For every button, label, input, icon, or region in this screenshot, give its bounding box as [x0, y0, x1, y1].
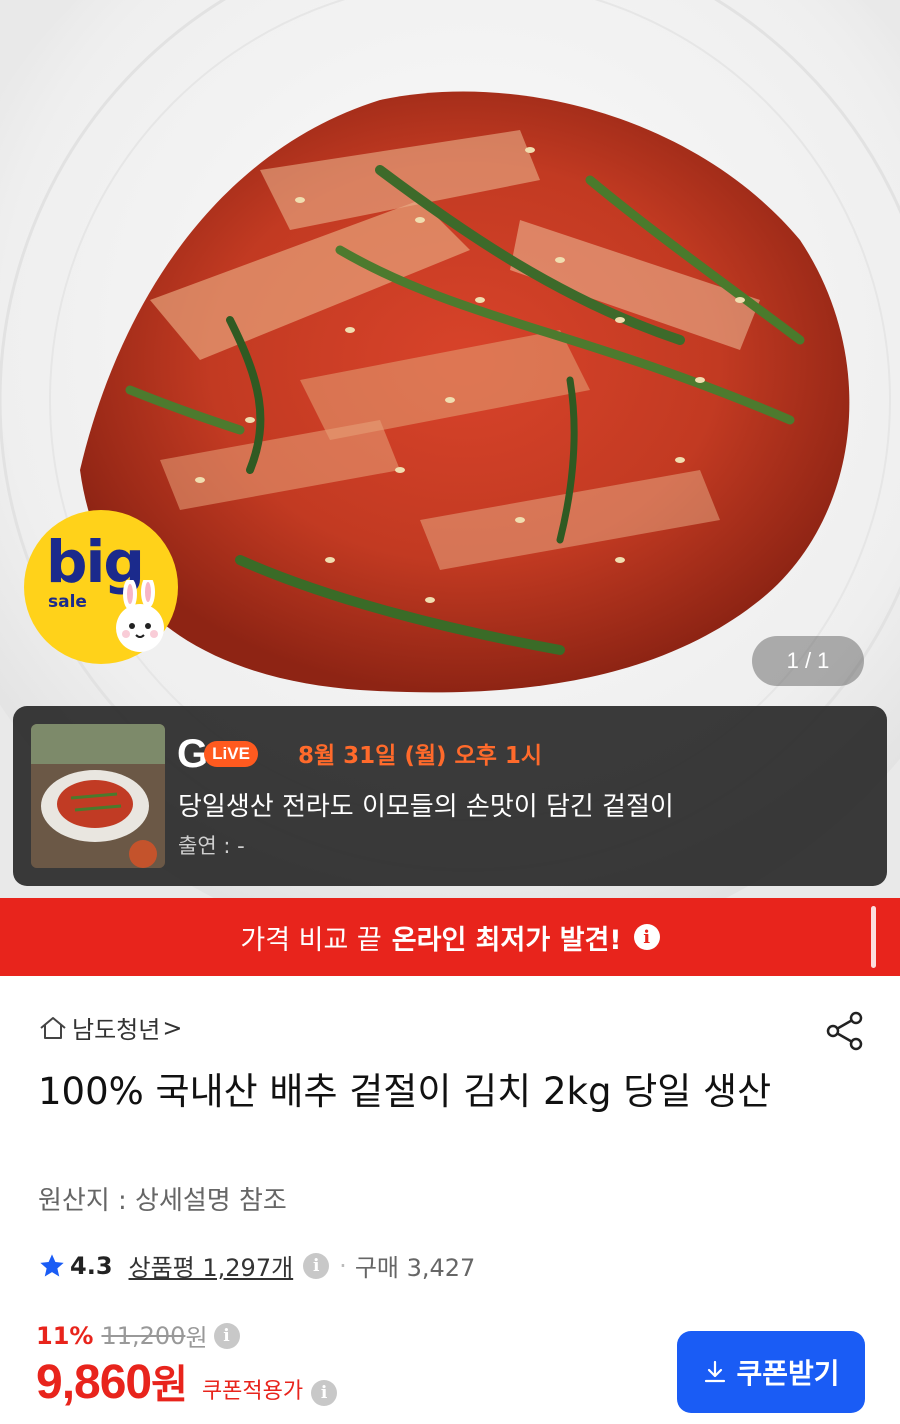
g-live-logo: G LiVE — [177, 734, 258, 774]
product-title: 100% 국내산 배추 겉절이 김치 2kg 당일 생산 — [38, 1070, 772, 1113]
big-sale-badge: big sale — [24, 510, 178, 664]
star-icon — [40, 1253, 64, 1276]
home-icon — [40, 1016, 66, 1039]
discount-row: 11% 11,200 원 i — [36, 1318, 240, 1353]
live-title[interactable]: 당일생산 전라도 이모들의 손맛이 담긴 겉절이 — [178, 786, 674, 823]
discount-percent: 11% — [36, 1321, 94, 1350]
live-broadcast-card[interactable]: G LiVE 8월 31일 (월) 오후 1시 당일생산 전라도 이모들의 손맛… — [13, 706, 887, 886]
live-thumbnail — [31, 724, 165, 868]
product-origin: 원산지 : 상세설명 참조 — [38, 1186, 287, 1216]
get-coupon-label: 쿠폰받기 — [736, 1357, 840, 1390]
seller-link[interactable]: 남도청년 > — [38, 1010, 182, 1045]
separator-dot: · — [339, 1251, 347, 1280]
price-row: 9,860 원 쿠폰적용가 i — [36, 1352, 338, 1410]
banner-strong: 온라인 최저가 발견! — [391, 924, 622, 956]
live-cast: 출연 : - — [178, 834, 245, 858]
info-icon[interactable]: i — [633, 924, 660, 950]
chevron-right-icon: > — [162, 1013, 183, 1042]
image-counter: 1 / 1 — [752, 636, 864, 686]
original-price-currency: 원 — [185, 1324, 208, 1352]
bunny-icon — [116, 580, 164, 652]
banner-scroll-indicator — [871, 906, 876, 968]
live-date: 8월 31일 (월) 오후 1시 — [298, 743, 543, 769]
original-price: 11,200 — [101, 1321, 186, 1350]
sale-price: 9,860 — [36, 1356, 152, 1409]
sale-price-currency: 원 — [151, 1362, 188, 1408]
rating-score: 4.3 — [70, 1251, 113, 1280]
review-count-link[interactable]: 상품평 1,297개 — [129, 1248, 294, 1283]
seller-name: 남도청년 — [72, 1016, 161, 1044]
banner-lead: 가격 비교 끝 — [240, 924, 382, 956]
big-sale-badge-sale: sale — [48, 592, 87, 612]
info-icon[interactable]: i — [303, 1252, 330, 1279]
product-image-carousel[interactable]: big sale 1 / 1 G LiVE 8월 31일 (월) 오후 1시 당… — [0, 0, 900, 898]
lowest-price-banner[interactable]: 가격 비교 끝 온라인 최저가 발견! i — [0, 898, 900, 976]
coupon-price-label: 쿠폰적용가 — [201, 1379, 304, 1404]
share-icon[interactable] — [822, 1008, 868, 1054]
g-live-logo-pill: LiVE — [204, 741, 258, 767]
purchase-count: 구매 3,427 — [354, 1254, 476, 1282]
info-icon[interactable]: i — [311, 1380, 338, 1406]
get-coupon-button[interactable]: 쿠폰받기 — [677, 1331, 865, 1413]
download-icon — [705, 1360, 726, 1383]
info-icon[interactable]: i — [213, 1322, 240, 1349]
rating-row: 4.3 상품평 1,297개 i · 구매 3,427 — [38, 1248, 475, 1283]
